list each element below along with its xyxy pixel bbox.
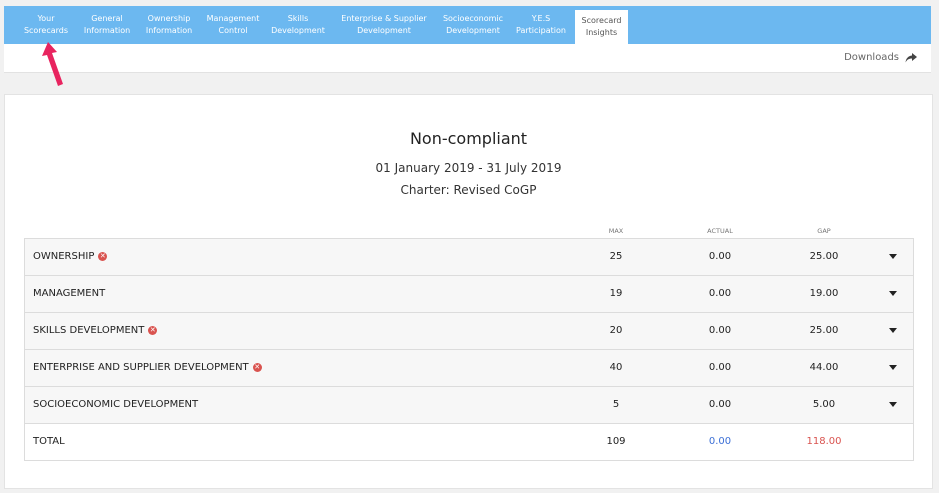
error-icon: ✕ [98,252,108,261]
row-label: OWNERSHIP [33,251,95,262]
expand-caret-icon[interactable] [889,402,897,407]
total-gap-value: 118.00 [806,436,842,447]
total-row: TOTAL 109 0.00 118.00 [25,424,913,460]
expand-caret-icon[interactable] [889,328,897,333]
downloads-button[interactable]: Downloads [844,52,917,63]
max-value: 20 [609,325,623,336]
gap-value: 25.00 [809,325,839,336]
downloads-label: Downloads [844,52,899,63]
gap-value: 5.00 [812,399,836,410]
error-icon: ✕ [252,363,262,372]
tab-yes-participation[interactable]: Y.E.S Participation [508,6,574,44]
charter-label: Charter: Revised CoGP [400,183,537,197]
gap-value: 19.00 [809,288,839,299]
table-row[interactable]: SOCIOECONOMIC DEVELOPMENT 5 0.00 5.00 [25,387,913,424]
max-value: 25 [609,251,623,262]
total-actual-value: 0.00 [708,436,732,447]
tab-enterprise-supplier-development[interactable]: Enterprise & Supplier Development [330,6,438,44]
max-value: 19 [609,288,623,299]
share-arrow-icon [905,52,917,62]
tab-general-information[interactable]: General Information [76,6,138,44]
scorecard-table: OWNERSHIP ✕ 25 0.00 25.00 MANAGEMENT 19 0… [24,238,914,461]
error-icon: ✕ [148,326,158,335]
table-row[interactable]: ENTERPRISE AND SUPPLIER DEVELOPMENT ✕ 40 … [25,350,913,387]
column-header-actual: ACTUAL [707,227,733,235]
row-label: SKILLS DEVELOPMENT [33,325,145,336]
tab-skills-development[interactable]: Skills Development [266,6,330,44]
date-range: 01 January 2019 - 31 July 2019 [375,161,562,175]
row-label: SOCIOECONOMIC DEVELOPMENT [33,399,199,410]
expand-caret-icon[interactable] [889,254,897,259]
gap-value: 44.00 [809,362,839,373]
actual-value: 0.00 [708,251,732,262]
downloads-bar: Downloads [4,44,931,73]
total-max-value: 109 [606,436,626,447]
top-nav: Your Scorecards General Information Owne… [4,6,931,44]
row-label: ENTERPRISE AND SUPPLIER DEVELOPMENT [33,362,249,373]
tab-management-control[interactable]: Management Control [200,6,266,44]
column-header-gap: GAP [817,227,831,235]
gap-value: 25.00 [809,251,839,262]
max-value: 40 [609,362,623,373]
tab-scorecard-insights[interactable]: Scorecard Insights [575,10,628,44]
compliance-status: Non-compliant [409,129,528,148]
actual-value: 0.00 [708,362,732,373]
tab-ownership-information[interactable]: Ownership Information [138,6,200,44]
scorecard-insights-card: Non-compliant 01 January 2019 - 31 July … [4,94,933,489]
actual-value: 0.00 [708,288,732,299]
expand-caret-icon[interactable] [889,365,897,370]
tab-socioeconomic-development[interactable]: Socioeconomic Development [438,6,508,44]
expand-caret-icon[interactable] [889,291,897,296]
tab-your-scorecards[interactable]: Your Scorecards [12,6,80,44]
row-label: MANAGEMENT [33,288,106,299]
column-header-max: MAX [608,227,624,235]
table-row[interactable]: MANAGEMENT 19 0.00 19.00 [25,276,913,313]
annotation-arrow-icon [42,42,63,86]
actual-value: 0.00 [708,325,732,336]
table-row[interactable]: OWNERSHIP ✕ 25 0.00 25.00 [25,239,913,276]
table-row[interactable]: SKILLS DEVELOPMENT ✕ 20 0.00 25.00 [25,313,913,350]
total-label: TOTAL [33,436,65,447]
actual-value: 0.00 [708,399,732,410]
max-value: 5 [612,399,620,410]
